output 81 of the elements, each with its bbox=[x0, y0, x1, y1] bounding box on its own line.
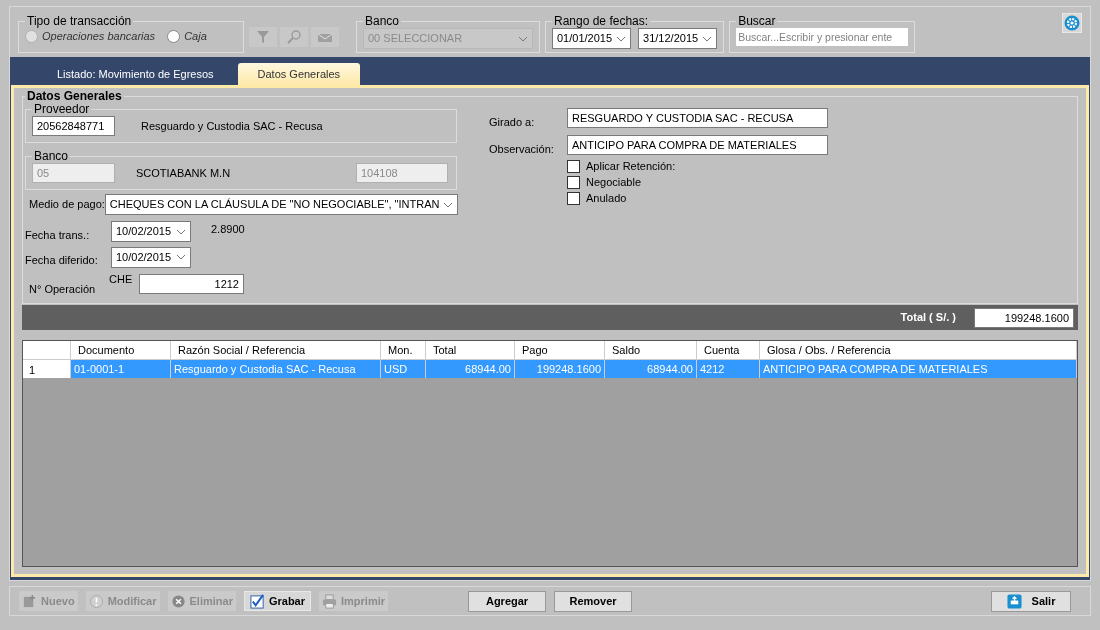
checkbox-label: Negociable bbox=[586, 175, 642, 191]
group-label: Tipo de transacción bbox=[26, 15, 133, 28]
bank-name: SCOTIABANK M.N bbox=[136, 165, 232, 181]
table-cell: 199248.1600 bbox=[515, 360, 605, 378]
table-cell: USD bbox=[381, 360, 426, 378]
operation-number-field[interactable]: 1212 bbox=[139, 274, 244, 294]
field-label: Fecha trans.: bbox=[25, 228, 91, 243]
group-label: Banco bbox=[364, 15, 401, 28]
document-icon bbox=[22, 593, 37, 609]
column-header[interactable]: Mon. bbox=[381, 341, 426, 359]
dropdown-caret-icon bbox=[518, 35, 528, 42]
column-header[interactable]: Pago bbox=[515, 341, 605, 359]
search-field[interactable]: Buscar...Escribir y presionar ente bbox=[736, 28, 909, 46]
payment-method-dropdown[interactable]: CHEQUES CON LA CLÁUSULA DE "NO NEGOCIABLE", "INTRAN bbox=[104, 194, 459, 215]
search-icon bbox=[287, 30, 301, 44]
radio-button[interactable] bbox=[167, 29, 181, 43]
toolbar-button[interactable]: Grabar bbox=[243, 591, 311, 611]
start-date-picker[interactable]: 01/01/2015 bbox=[552, 28, 632, 49]
radio-label: Operaciones bancarias bbox=[42, 29, 156, 44]
delete-icon bbox=[170, 593, 186, 609]
dropdown-caret-icon bbox=[176, 254, 186, 260]
tab[interactable]: Datos Generales bbox=[237, 63, 360, 85]
field-label: Observación: bbox=[489, 141, 555, 157]
transaction-date-picker[interactable]: 10/02/2015 bbox=[111, 221, 191, 242]
column-header[interactable]: Documento bbox=[71, 341, 171, 359]
operation-prefix: CHE bbox=[109, 272, 134, 287]
envelope-icon bbox=[317, 31, 333, 43]
warning-icon bbox=[88, 593, 104, 609]
group-label: Rango de fechas: bbox=[553, 15, 650, 28]
printer-icon bbox=[322, 593, 337, 609]
search-button[interactable] bbox=[280, 27, 308, 47]
exchange-rate: 2.8900 bbox=[211, 222, 245, 237]
dropdown-caret-icon bbox=[176, 228, 186, 235]
checkbox-tick-icon bbox=[249, 593, 265, 609]
field-label: N° Operación bbox=[28, 282, 97, 297]
dropdown-caret-icon bbox=[616, 35, 627, 42]
field-label: Fecha diferido: bbox=[25, 252, 99, 268]
field-label: Girado a: bbox=[489, 115, 536, 130]
table-cell: 4212 bbox=[697, 360, 760, 378]
deferred-date-picker[interactable]: 10/02/2015 bbox=[111, 246, 191, 268]
payee-field[interactable]: RESGUARDO Y CUSTODIA SAC - RECUSA bbox=[567, 108, 828, 128]
funnel-icon bbox=[256, 30, 270, 44]
section-title: Datos Generales bbox=[26, 90, 123, 103]
row-number: 1 bbox=[23, 360, 71, 378]
checkbox[interactable] bbox=[567, 176, 580, 189]
dropdown-caret-icon bbox=[702, 35, 713, 42]
checkbox-label: Aplicar Retención: bbox=[586, 159, 676, 175]
group-label: Banco bbox=[33, 150, 70, 163]
dropdown-caret-icon bbox=[443, 201, 454, 208]
column-header[interactable]: Cuenta bbox=[697, 341, 760, 359]
exit-icon bbox=[1006, 593, 1022, 609]
settings-button[interactable] bbox=[1062, 13, 1082, 33]
group-label: Proveedor bbox=[33, 103, 91, 116]
tab[interactable]: Listado: Movimiento de Egresos bbox=[37, 63, 234, 85]
observation-field[interactable]: ANTICIPO PARA COMPRA DE MATERIALES bbox=[567, 134, 828, 155]
filter-button[interactable] bbox=[249, 27, 277, 47]
radio-label: Caja bbox=[184, 29, 207, 44]
checkbox[interactable] bbox=[567, 160, 580, 173]
grid-action-button[interactable]: Agregar bbox=[468, 590, 547, 612]
table-cell: ANTICIPO PARA COMPRA DE MATERIALES bbox=[760, 360, 1077, 378]
group-label: Buscar bbox=[737, 15, 777, 28]
checkbox[interactable] bbox=[567, 192, 580, 205]
column-header[interactable]: Razón Social / Referencia bbox=[171, 341, 381, 359]
table-cell: 01-0001-1 bbox=[71, 360, 171, 378]
exit-button[interactable]: Salir bbox=[991, 590, 1071, 612]
supplier-code-field[interactable]: 20562848771 bbox=[32, 116, 115, 136]
column-header[interactable]: Glosa / Obs. / Referencia bbox=[760, 341, 1077, 359]
settings-icon bbox=[1064, 15, 1080, 31]
total-field[interactable]: 199248.1600 bbox=[974, 307, 1074, 328]
table-cell: 68944.00 bbox=[426, 360, 515, 378]
supplier-name: Resguardo y Custodia SAC - Recusa bbox=[141, 118, 323, 134]
mail-button[interactable] bbox=[311, 27, 339, 47]
total-label: Total ( S/. ) bbox=[900, 310, 956, 326]
column-header[interactable]: Saldo bbox=[605, 341, 697, 359]
end-date-picker[interactable]: 31/12/2015 bbox=[638, 28, 718, 49]
column-header[interactable]: Total bbox=[426, 341, 515, 359]
table-cell: Resguardo y Custodia SAC - Recusa bbox=[171, 360, 381, 378]
table-cell: 68944.00 bbox=[605, 360, 697, 378]
checkbox-label: Anulado bbox=[586, 191, 627, 207]
grid-action-button[interactable]: Remover bbox=[554, 590, 633, 612]
field-label: Medio de pago: bbox=[29, 197, 105, 213]
